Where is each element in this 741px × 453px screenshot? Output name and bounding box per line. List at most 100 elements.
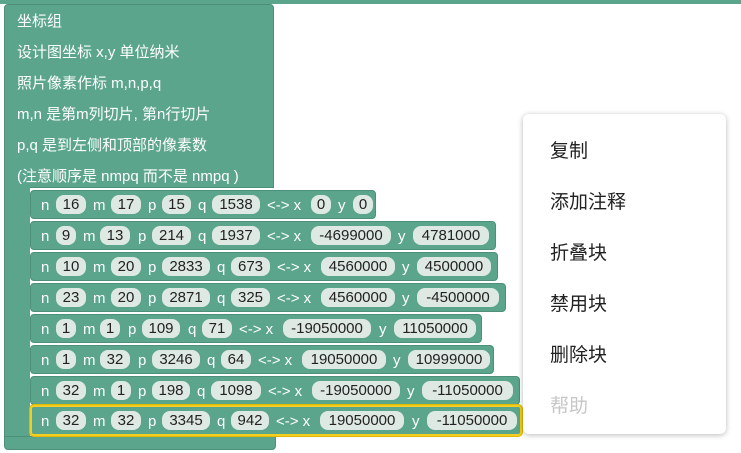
mapping-row[interactable]: n 23 m 20 p 2871 q 325 <-> x 4560000 y -… [30,283,506,312]
field-y[interactable]: -11050000 [422,381,513,400]
group-note-2: 照片像素作标 m,n,p,q [17,75,162,92]
label-arrow-x: <-> x [276,413,311,430]
mapping-row[interactable]: n 1 m 32 p 3246 q 64 <-> x 19050000 y 10… [30,345,494,374]
mapping-row[interactable]: n 10 m 20 p 2833 q 673 <-> x 4560000 y 4… [30,252,498,281]
mapping-row[interactable]: n 32 m 1 p 198 q 1098 <-> x -19050000 y … [30,376,520,405]
label-p: p [138,383,147,400]
field-y[interactable]: 4781000 [413,226,489,245]
field-m[interactable]: 17 [111,195,141,214]
field-n[interactable]: 23 [56,288,86,307]
label-arrow-x: <-> x [277,290,312,307]
label-arrow-x: <-> x [277,259,312,276]
label-n: n [41,321,50,338]
label-q: q [198,197,207,214]
field-y[interactable]: -4500000 [417,288,499,307]
label-p: p [138,352,147,369]
field-m[interactable]: 13 [100,226,130,245]
label-n: n [41,290,50,307]
label-n: n [41,259,50,276]
field-q[interactable]: 1098 [211,381,261,400]
menu-item-add-comment[interactable]: 添加注释 [550,187,626,214]
field-x[interactable]: -19050000 [283,319,371,338]
field-y[interactable]: 4500000 [417,257,491,276]
label-n: n [41,228,50,245]
coordinate-group-spine [4,186,30,438]
label-p: p [128,321,137,338]
group-note-4: p,q 是到左侧和顶部的像素数 [17,137,208,154]
field-x[interactable]: 19050000 [302,350,386,369]
label-m: m [83,321,96,338]
field-x[interactable]: 0 [311,195,331,214]
field-q[interactable]: 1937 [212,226,260,245]
field-q[interactable]: 673 [231,257,270,276]
field-q[interactable]: 64 [221,350,251,369]
label-m: m [93,259,106,276]
field-p[interactable]: 3246 [152,350,200,369]
label-q: q [207,352,216,369]
field-m[interactable]: 20 [111,288,141,307]
field-y[interactable]: 10999000 [408,350,490,369]
label-arrow-x: <-> x [258,352,293,369]
label-y: y [412,413,420,430]
label-y: y [398,228,406,245]
label-p: p [148,197,157,214]
field-q[interactable]: 325 [231,288,270,307]
coordinate-group-block[interactable]: 坐标组 设计图坐标 x,y 单位纳米 照片像素作标 m,n,p,q m,n 是第… [4,4,274,188]
field-x[interactable]: -19050000 [312,381,400,400]
label-q: q [217,413,226,430]
menu-item-help: 帮助 [550,396,589,417]
field-n[interactable]: 32 [56,381,86,400]
label-arrow-x: <-> x [267,228,302,245]
mapping-row[interactable]: n 9 m 13 p 214 q 1937 <-> x -4699000 y 4… [30,221,496,250]
label-m: m [93,290,106,307]
label-n: n [41,413,50,430]
field-n[interactable]: 1 [56,350,76,369]
field-p[interactable]: 3345 [162,411,210,430]
label-y: y [338,197,346,214]
field-p[interactable]: 214 [152,226,191,245]
field-x[interactable]: -4699000 [311,226,391,245]
field-q[interactable]: 1538 [212,195,260,214]
menu-item-collapse[interactable]: 折叠块 [550,238,607,265]
coordinate-group-footer [4,436,276,450]
field-m[interactable]: 20 [111,257,141,276]
field-x[interactable]: 4560000 [321,257,395,276]
field-q[interactable]: 942 [231,411,269,430]
field-y[interactable]: 0 [353,195,373,214]
field-n[interactable]: 10 [56,257,86,276]
label-arrow-x: <-> x [239,321,274,338]
menu-item-disable[interactable]: 禁用块 [550,289,607,316]
label-n: n [41,197,50,214]
field-n[interactable]: 1 [56,319,76,338]
field-p[interactable]: 15 [162,195,191,214]
field-p[interactable]: 2833 [162,257,210,276]
field-p[interactable]: 109 [142,319,180,338]
field-y[interactable]: -11050000 [427,411,517,430]
field-p[interactable]: 2871 [162,288,210,307]
field-x[interactable]: 4560000 [321,288,395,307]
label-p: p [148,290,157,307]
field-n[interactable]: 32 [56,411,86,430]
field-y[interactable]: 11050000 [394,319,476,338]
field-q[interactable]: 71 [202,319,232,338]
field-n[interactable]: 9 [56,226,76,245]
menu-item-delete[interactable]: 删除块 [550,340,607,367]
field-n[interactable]: 16 [56,195,86,214]
label-y: y [393,352,401,369]
label-p: p [148,259,157,276]
field-x[interactable]: 19050000 [320,411,404,430]
label-q: q [198,228,207,245]
field-p[interactable]: 198 [152,381,190,400]
menu-item-duplicate[interactable]: 复制 [550,136,588,163]
label-y: y [402,290,410,307]
label-arrow-x: <-> x [268,383,303,400]
label-p: p [138,228,147,245]
mapping-row-selected[interactable]: n 32 m 32 p 3345 q 942 <-> x 19050000 y … [30,405,522,436]
label-q: q [217,290,226,307]
field-m[interactable]: 32 [111,411,141,430]
field-m[interactable]: 1 [111,381,131,400]
field-m[interactable]: 1 [100,319,120,338]
mapping-row[interactable]: n 1 m 1 p 109 q 71 <-> x -19050000 y 110… [30,314,482,343]
mapping-row[interactable]: n 16 m 17 p 15 q 1538 <-> x 0 y 0 [30,190,376,219]
field-m[interactable]: 32 [100,350,130,369]
